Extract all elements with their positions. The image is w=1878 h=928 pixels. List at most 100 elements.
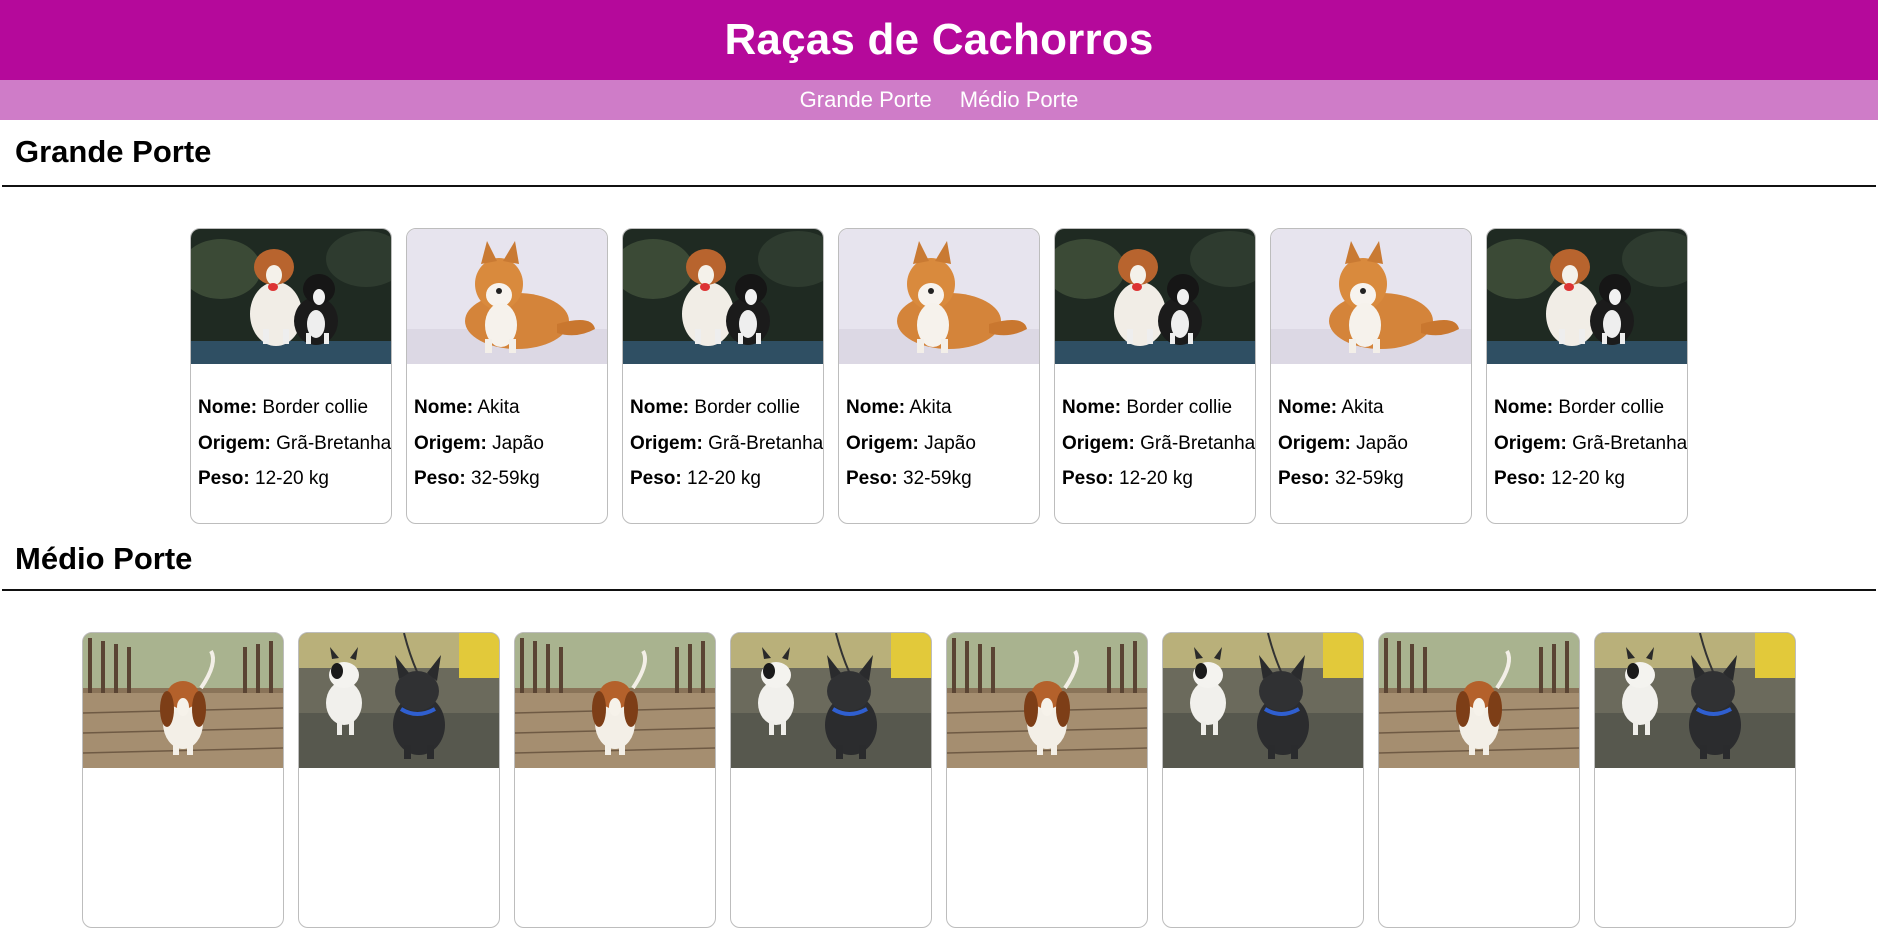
dog-origin-row: Origem: Grã-Bretanha bbox=[198, 426, 391, 462]
page-title: Raças de Cachorros bbox=[724, 15, 1154, 64]
dog-weight-label: Peso: bbox=[846, 468, 898, 489]
dog-name-label: Nome: bbox=[846, 397, 906, 418]
dog-origin-row: Origem: Japão bbox=[1278, 426, 1464, 462]
dog-origin-value: Japão bbox=[1356, 432, 1408, 454]
dog-origin-label: Origem: bbox=[1494, 432, 1567, 454]
dog-origin-value: Grã-Bretanha bbox=[1140, 432, 1256, 454]
dog-weight-row: Peso: 12-20 kg bbox=[1062, 461, 1248, 497]
dog-weight-value: 32-59kg bbox=[1335, 468, 1404, 489]
section-divider bbox=[2, 185, 1876, 187]
grande-porte-card-list: Nome: Border collie Origem: Grã-Bretanha P… bbox=[0, 228, 1878, 524]
dog-weight-row: Peso: 32-59kg bbox=[846, 461, 1032, 497]
dog-info: Nome: Akita Origem: Japão Peso: 32-59kg bbox=[839, 364, 1039, 497]
border-collie-photo bbox=[191, 229, 391, 364]
dog-name-value: Border collie bbox=[1126, 397, 1233, 418]
dog-origin-value: Grã-Bretanha bbox=[276, 432, 392, 454]
dog-card: Nome: Border collie Origem: Grã-Bretanha P… bbox=[190, 228, 392, 524]
section-title-medio-porte: Médio Porte bbox=[15, 541, 193, 576]
dog-weight-value: 32-59kg bbox=[471, 468, 540, 489]
dog-weight-label: Peso: bbox=[1494, 468, 1546, 489]
dog-info: Nome: Border collie Origem: Grã-Bretanha P… bbox=[623, 364, 823, 497]
dog-name-value: Akita bbox=[1341, 397, 1384, 418]
dog-weight-value: 12-20 kg bbox=[1551, 468, 1625, 489]
french-bulldogs-photo bbox=[1595, 633, 1795, 768]
site-header: Raças de Cachorros bbox=[0, 0, 1878, 80]
akita-photo bbox=[1271, 229, 1471, 364]
dog-weight-value: 12-20 kg bbox=[1119, 468, 1193, 489]
akita-photo bbox=[407, 229, 607, 364]
dog-card: Nome: Border collie Origem: Grã-Bretanha P… bbox=[1054, 228, 1256, 524]
dog-card: Nome: Akita Origem: Japão Peso: 32-59kg bbox=[1270, 228, 1472, 524]
dog-name-label: Nome: bbox=[630, 397, 690, 418]
dog-card bbox=[514, 632, 716, 928]
dog-weight-value: 32-59kg bbox=[903, 468, 972, 489]
dog-name-label: Nome: bbox=[1494, 397, 1554, 418]
section-title-grande-porte: Grande Porte bbox=[15, 134, 212, 169]
dog-info: Nome: Border collie Origem: Grã-Bretanha P… bbox=[191, 364, 391, 497]
dog-weight-value: 12-20 kg bbox=[255, 468, 329, 489]
medio-porte-card-list bbox=[0, 632, 1878, 928]
border-collie-photo bbox=[623, 229, 823, 364]
dog-name-value: Border collie bbox=[694, 397, 801, 418]
dog-name-label: Nome: bbox=[198, 397, 258, 418]
basset-hound-photo bbox=[83, 633, 283, 768]
nav-link-medio-porte[interactable]: Médio Porte bbox=[960, 87, 1079, 113]
dog-info: Nome: Border collie Origem: Grã-Bretanha P… bbox=[1055, 364, 1255, 497]
dog-name-label: Nome: bbox=[414, 397, 474, 418]
dog-card: Nome: Border collie Origem: Grã-Bretanha P… bbox=[1486, 228, 1688, 524]
dog-name-value: Border collie bbox=[1558, 397, 1665, 418]
dog-card bbox=[730, 632, 932, 928]
dog-name-value: Akita bbox=[909, 397, 952, 418]
dog-info: Nome: Akita Origem: Japão Peso: 32-59kg bbox=[407, 364, 607, 497]
dog-origin-row: Origem: Japão bbox=[846, 426, 1032, 462]
french-bulldogs-photo bbox=[299, 633, 499, 768]
dog-origin-row: Origem: Grã-Bretanha bbox=[1062, 426, 1255, 462]
dog-origin-value: Grã-Bretanha bbox=[708, 432, 824, 454]
dog-origin-value: Grã-Bretanha bbox=[1572, 432, 1688, 454]
dog-weight-row: Peso: 32-59kg bbox=[1278, 461, 1464, 497]
french-bulldogs-photo bbox=[1163, 633, 1363, 768]
dog-weight-label: Peso: bbox=[630, 468, 682, 489]
akita-photo bbox=[839, 229, 1039, 364]
dog-weight-label: Peso: bbox=[414, 468, 466, 489]
dog-origin-row: Origem: Japão bbox=[414, 426, 600, 462]
border-collie-photo bbox=[1055, 229, 1255, 364]
dog-name-row: Nome: Akita bbox=[1278, 390, 1464, 426]
dog-name-row: Nome: Border collie bbox=[198, 390, 384, 426]
dog-origin-label: Origem: bbox=[1278, 432, 1351, 454]
french-bulldogs-photo bbox=[731, 633, 931, 768]
dog-name-row: Nome: Border collie bbox=[1062, 390, 1248, 426]
dog-name-value: Akita bbox=[477, 397, 520, 418]
dog-name-row: Nome: Akita bbox=[414, 390, 600, 426]
dog-weight-value: 12-20 kg bbox=[687, 468, 761, 489]
dog-weight-label: Peso: bbox=[1062, 468, 1114, 489]
dog-card bbox=[1594, 632, 1796, 928]
dog-card: Nome: Border collie Origem: Grã-Bretanha P… bbox=[622, 228, 824, 524]
dog-card bbox=[1378, 632, 1580, 928]
dog-info: Nome: Border collie Origem: Grã-Bretanha P… bbox=[1487, 364, 1687, 497]
dog-card: Nome: Akita Origem: Japão Peso: 32-59kg bbox=[406, 228, 608, 524]
main-nav: Grande Porte Médio Porte bbox=[0, 80, 1878, 120]
dog-weight-label: Peso: bbox=[198, 468, 250, 489]
section-divider bbox=[2, 589, 1876, 591]
dog-name-row: Nome: Akita bbox=[846, 390, 1032, 426]
dog-name-label: Nome: bbox=[1278, 397, 1338, 418]
dog-origin-label: Origem: bbox=[846, 432, 919, 454]
dog-weight-row: Peso: 12-20 kg bbox=[630, 461, 816, 497]
basset-hound-photo bbox=[515, 633, 715, 768]
dog-card bbox=[82, 632, 284, 928]
dog-name-label: Nome: bbox=[1062, 397, 1122, 418]
basset-hound-photo bbox=[947, 633, 1147, 768]
dog-name-value: Border collie bbox=[262, 397, 369, 418]
dog-origin-value: Japão bbox=[492, 432, 544, 454]
dog-name-row: Nome: Border collie bbox=[630, 390, 816, 426]
dog-origin-label: Origem: bbox=[198, 432, 271, 454]
dog-info: Nome: Akita Origem: Japão Peso: 32-59kg bbox=[1271, 364, 1471, 497]
dog-origin-value: Japão bbox=[924, 432, 976, 454]
dog-card bbox=[298, 632, 500, 928]
dog-origin-row: Origem: Grã-Bretanha bbox=[630, 426, 823, 462]
dog-card bbox=[946, 632, 1148, 928]
dog-card bbox=[1162, 632, 1364, 928]
border-collie-photo bbox=[1487, 229, 1687, 364]
nav-link-grande-porte[interactable]: Grande Porte bbox=[800, 87, 932, 113]
